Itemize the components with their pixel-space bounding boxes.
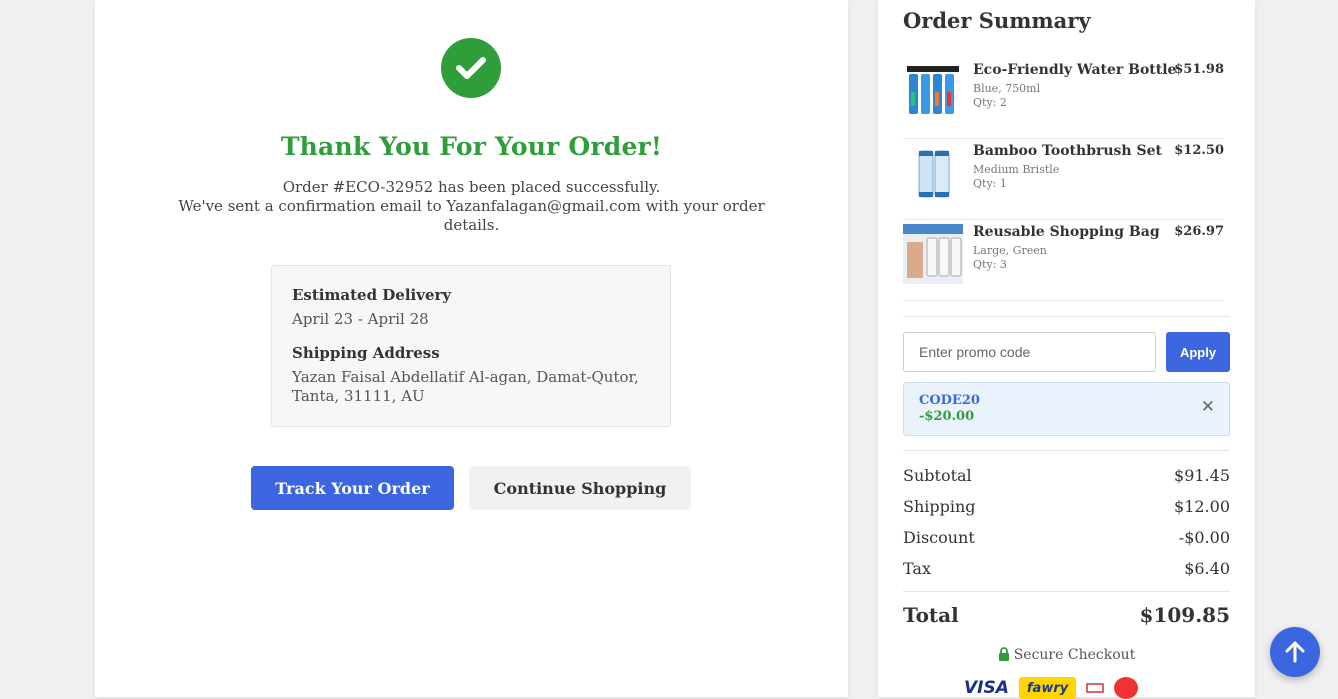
item-price: $26.97 xyxy=(1174,224,1224,239)
shipping-address-value: Yazan Faisal Abdellatif Al-agan, Damat-Q… xyxy=(292,368,639,405)
order-summary-title: Order Summary xyxy=(903,8,1091,33)
applied-promo-amount: -$20.00 xyxy=(919,409,975,424)
item-price: $12.50 xyxy=(1174,143,1224,158)
wallet-logo xyxy=(1114,677,1139,699)
order-summary-card: Order Summary Eco-Friendly Water Bottle … xyxy=(878,0,1255,699)
discount-label: Discount xyxy=(903,528,975,547)
estimated-delivery-label: Estimated Delivery xyxy=(292,286,452,304)
item-quantity: Qty: 2 xyxy=(973,96,1007,109)
visa-logo: VISA xyxy=(964,678,1009,698)
continue-shopping-button[interactable]: Continue Shopping xyxy=(469,466,691,510)
water-filter-image xyxy=(907,66,959,114)
secure-checkout-label: Secure Checkout xyxy=(1013,647,1136,663)
total-value: $109.85 xyxy=(1139,603,1230,627)
secure-checkout: Secure Checkout xyxy=(878,647,1255,665)
remove-promo-close-icon[interactable]: ✕ xyxy=(1201,397,1215,417)
item-quantity: Qty: 1 xyxy=(973,177,1007,190)
arrow-up-icon xyxy=(1285,641,1305,663)
divider xyxy=(903,316,1230,317)
order-message: Order #ECO-32952 has been placed success… xyxy=(150,178,793,235)
fawry-logo: fawry xyxy=(1018,677,1077,699)
scroll-to-top-button[interactable] xyxy=(1270,627,1320,677)
estimated-delivery-value: April 23 - April 28 xyxy=(292,310,429,328)
order-number-line: Order #ECO-32952 has been placed success… xyxy=(282,178,661,196)
lock-icon xyxy=(998,647,1010,665)
total-label: Total xyxy=(903,603,959,627)
discount-value: -$0.00 xyxy=(1178,528,1230,547)
thank-you-title: Thank You For Your Order! xyxy=(280,132,663,161)
apply-promo-button[interactable]: Apply xyxy=(1166,332,1230,372)
subtotal-value: $91.45 xyxy=(1174,466,1230,485)
item-variant: Large, Green xyxy=(973,244,1047,257)
filter-system-image xyxy=(903,224,963,284)
payment-logos: VISA fawry xyxy=(964,677,1139,699)
success-check-icon xyxy=(441,38,501,98)
summary-item: Bamboo Toothbrush Set Medium Bristle Qty… xyxy=(903,139,1224,220)
subtotal-label: Subtotal xyxy=(903,466,972,485)
delivery-info-box: Estimated Delivery April 23 - April 28 S… xyxy=(271,265,671,427)
filter-cartridge-image xyxy=(918,150,950,198)
tax-label: Tax xyxy=(903,559,931,578)
item-variant: Blue, 750ml xyxy=(973,82,1041,95)
item-name: Bamboo Toothbrush Set xyxy=(973,143,1162,159)
tax-value: $6.40 xyxy=(1184,559,1230,578)
confirmation-card: Thank You For Your Order! Order #ECO-329… xyxy=(95,0,848,697)
email-confirmation-line: We've sent a confirmation email to Yazan… xyxy=(178,197,765,234)
item-name: Eco-Friendly Water Bottle xyxy=(973,62,1177,78)
applied-promo-badge: CODE20 -$20.00 ✕ xyxy=(903,382,1230,436)
payment-provider-logo xyxy=(1086,683,1104,693)
applied-promo-code: CODE20 xyxy=(919,393,980,408)
shipping-address-label: Shipping Address xyxy=(292,344,440,362)
item-price: $51.98 xyxy=(1174,62,1224,77)
summary-item: Eco-Friendly Water Bottle Blue, 750ml Qt… xyxy=(903,58,1224,139)
track-order-button[interactable]: Track Your Order xyxy=(251,466,454,510)
summary-item: Reusable Shopping Bag Large, Green Qty: … xyxy=(903,220,1224,301)
item-quantity: Qty: 3 xyxy=(973,258,1007,271)
divider xyxy=(903,591,1230,592)
divider xyxy=(903,450,1230,451)
shipping-value: $12.00 xyxy=(1174,497,1230,516)
item-variant: Medium Bristle xyxy=(973,163,1060,176)
item-name: Reusable Shopping Bag xyxy=(973,224,1160,240)
shipping-label: Shipping xyxy=(903,497,976,516)
promo-code-input[interactable] xyxy=(903,332,1156,372)
